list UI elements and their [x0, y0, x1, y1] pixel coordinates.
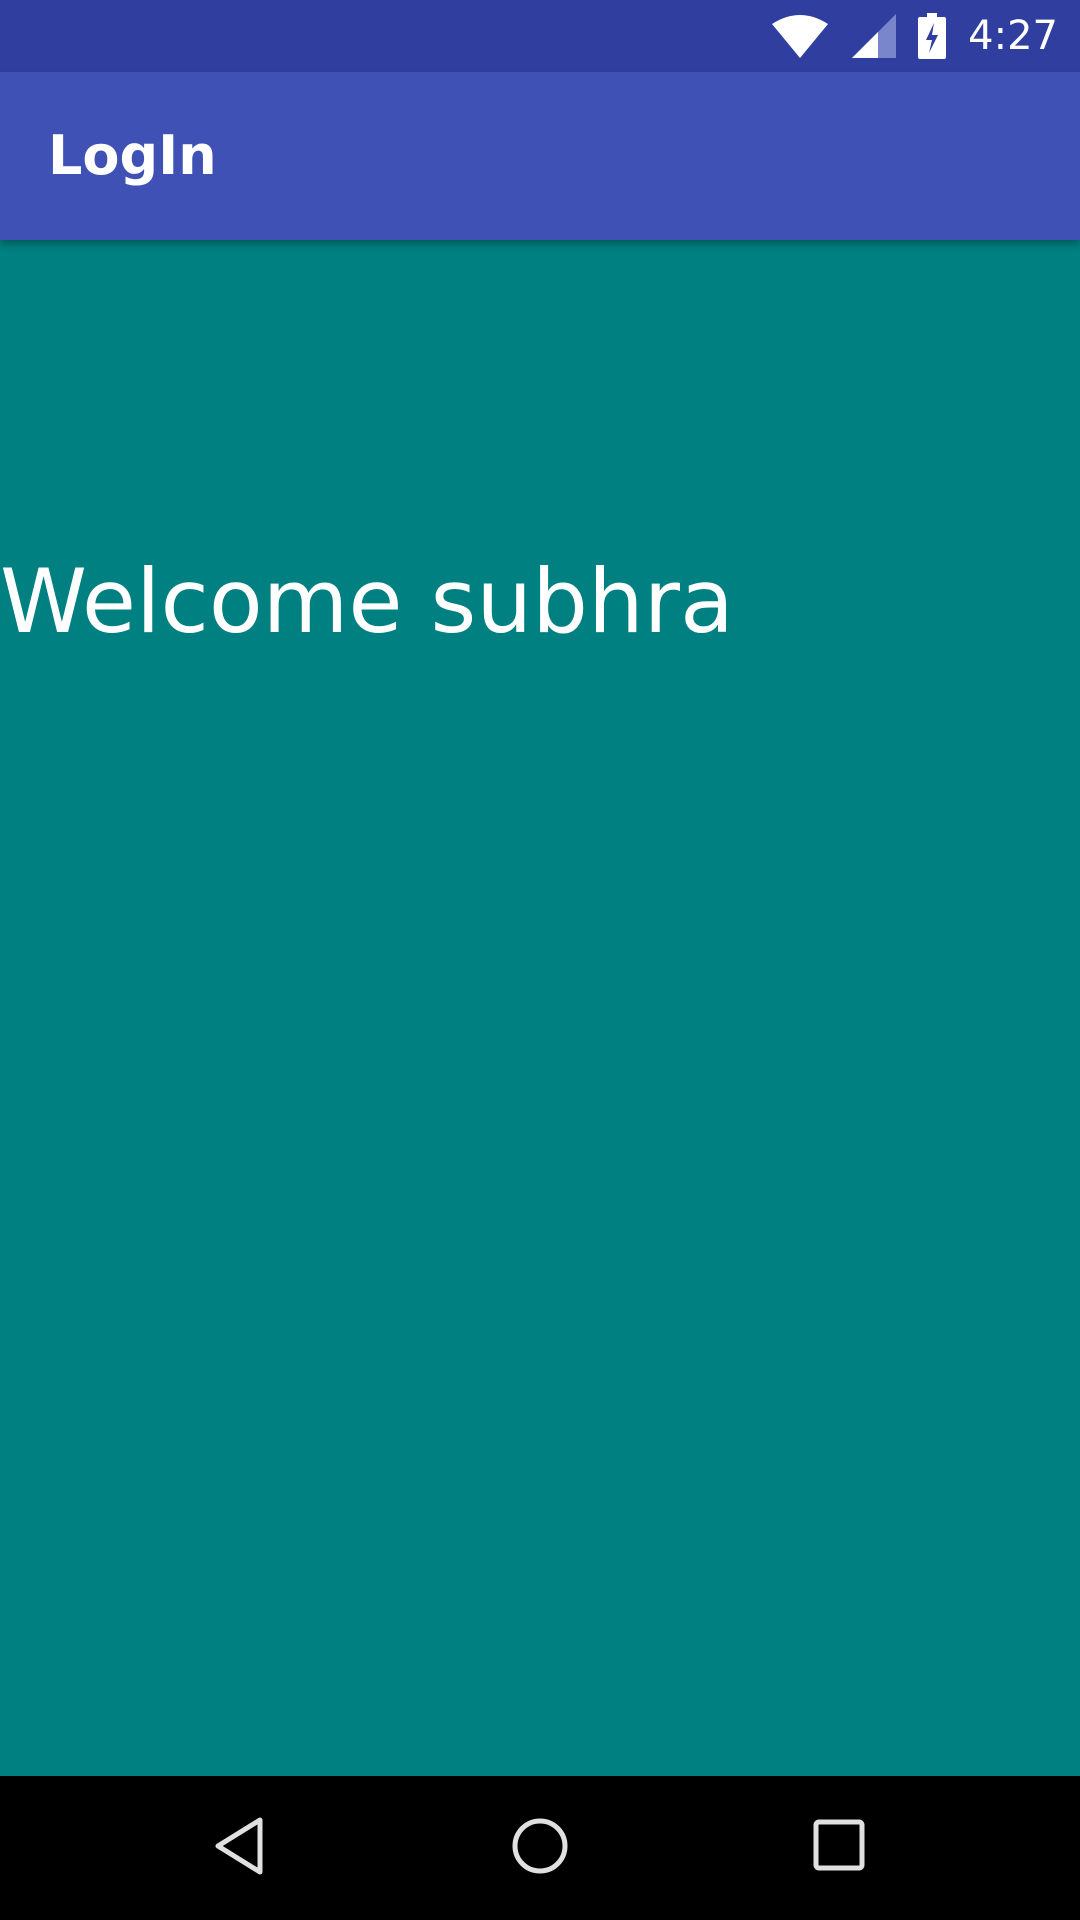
navigation-bar: [0, 1776, 1080, 1920]
battery-charging-icon: [918, 13, 947, 59]
welcome-text: Welcome subhra: [0, 550, 734, 653]
status-clock: 4:27: [968, 13, 1058, 59]
recents-icon: [812, 1818, 868, 1878]
home-icon: [510, 1816, 570, 1880]
back-button[interactable]: [160, 1776, 320, 1920]
screen: 4:27 LogIn Welcome subhra: [0, 0, 1080, 1920]
wifi-icon: [772, 14, 829, 58]
app-bar: LogIn: [0, 72, 1080, 240]
app-title: LogIn: [48, 124, 217, 187]
back-icon: [212, 1816, 268, 1880]
main-content: Welcome subhra: [0, 240, 1080, 1776]
status-bar: 4:27: [0, 0, 1080, 72]
recents-button[interactable]: [760, 1776, 920, 1920]
home-button[interactable]: [460, 1776, 620, 1920]
cell-signal-icon: [852, 14, 897, 58]
status-icons: 4:27: [772, 0, 1058, 72]
